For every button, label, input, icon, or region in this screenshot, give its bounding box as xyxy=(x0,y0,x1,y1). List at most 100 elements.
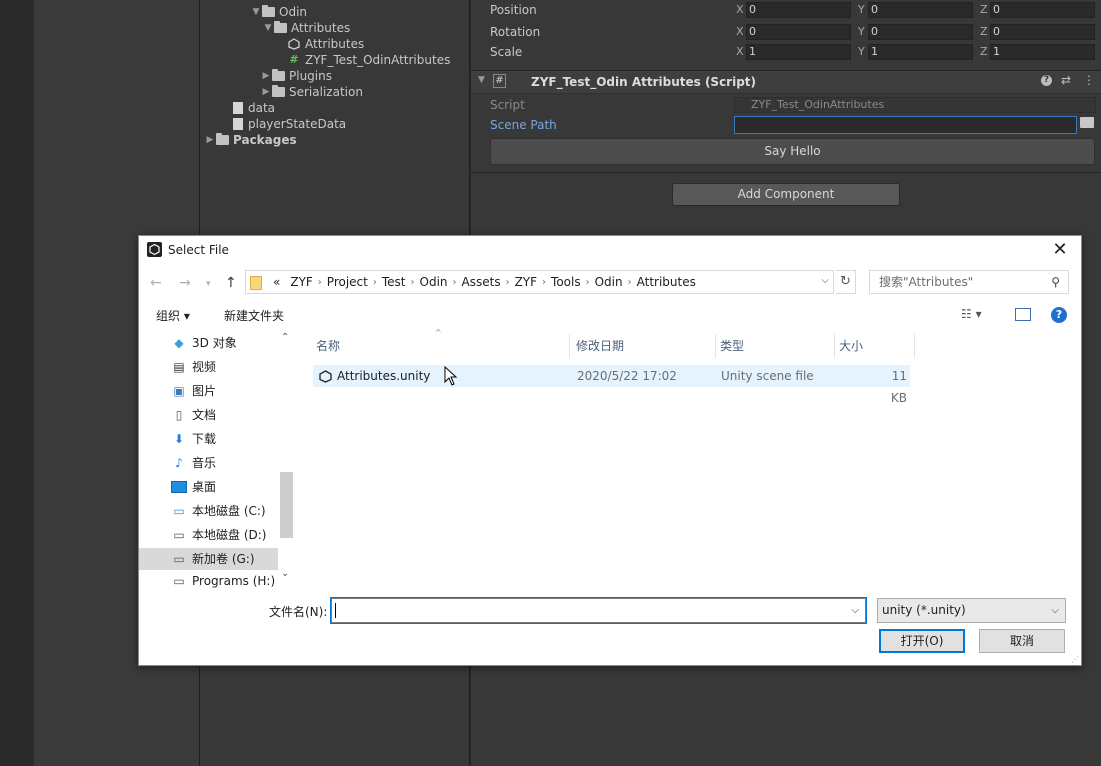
address-dropdown-icon[interactable]: ⌵ xyxy=(821,275,829,286)
forward-arrow-icon[interactable]: → xyxy=(179,275,191,291)
resize-grip-icon[interactable]: ⋰ xyxy=(1071,655,1079,664)
nav-item-desktop[interactable]: 桌面 xyxy=(139,476,278,498)
nav-item-documents[interactable]: ▯ 文档 xyxy=(139,404,278,426)
collapse-arrow-icon[interactable]: ▶ xyxy=(260,68,272,84)
chevron-down-icon[interactable]: ⌵ xyxy=(1051,599,1059,622)
file-date: 2020/5/22 17:02 xyxy=(577,369,677,383)
breadcrumb-item[interactable]: Attributes xyxy=(637,275,696,289)
breadcrumb-item[interactable]: Test xyxy=(382,275,406,289)
rotation-z-field[interactable]: 0 xyxy=(990,24,1095,40)
dialog-titlebar[interactable]: Select File ✕ xyxy=(139,236,1081,265)
organize-menu[interactable]: 组织 ▾ xyxy=(156,307,190,324)
folder-open-icon[interactable] xyxy=(1080,117,1094,128)
nav-item-drive-d[interactable]: ▭ 本地磁盘 (D:) xyxy=(139,524,278,546)
chevron-right-icon[interactable]: › xyxy=(586,277,590,288)
refresh-icon[interactable]: ↻ xyxy=(836,270,856,294)
nav-item-pictures[interactable]: ▣ 图片 xyxy=(139,380,278,402)
address-bar[interactable]: « ZYF › Project › Test › Odin › Assets › ZYF ›… xyxy=(245,270,834,294)
collapse-arrow-icon[interactable]: ▶ xyxy=(260,84,272,100)
back-arrow-icon[interactable]: ← xyxy=(150,275,162,291)
filename-input[interactable]: ⌵ xyxy=(330,597,867,624)
tree-item-attributes-scene[interactable]: Attributes xyxy=(288,36,364,52)
kebab-menu-icon[interactable]: ⋮ xyxy=(1083,73,1095,87)
breadcrumb-item[interactable]: Assets xyxy=(462,275,501,289)
breadcrumb-item[interactable]: Project xyxy=(327,275,368,289)
nav-item-3d-objects[interactable]: ◆ 3D 对象 xyxy=(139,332,278,354)
file-row[interactable]: Attributes.unity 2020/5/22 17:02 Unity s… xyxy=(313,365,910,405)
up-arrow-icon[interactable]: ↑ xyxy=(225,275,237,291)
column-header-type[interactable]: 类型 xyxy=(716,334,835,358)
breadcrumb-item[interactable]: Odin xyxy=(595,275,623,289)
search-placeholder: 搜索"Attributes" xyxy=(879,275,974,289)
tree-item-packages[interactable]: ▶ Packages xyxy=(204,132,297,148)
breadcrumb-overflow[interactable]: « xyxy=(273,275,280,289)
expand-arrow-icon[interactable]: ▼ xyxy=(262,20,274,36)
new-folder-button[interactable]: 新建文件夹 xyxy=(224,307,284,324)
tree-item-attributes-folder[interactable]: ▼ Attributes xyxy=(262,20,350,36)
nav-scrollbar[interactable]: ⌃ ⌄ xyxy=(280,332,293,588)
chevron-right-icon[interactable]: › xyxy=(506,277,510,288)
drive-c-icon: ▭ xyxy=(173,504,185,518)
rotation-y-field[interactable]: 0 xyxy=(868,24,973,40)
expand-arrow-icon[interactable]: ▼ xyxy=(250,4,262,20)
column-header-size[interactable]: 大小 xyxy=(835,334,915,358)
help-icon[interactable]: ? xyxy=(1041,75,1052,86)
nav-item-music[interactable]: ♪ 音乐 xyxy=(139,452,278,474)
nav-item-videos[interactable]: ▤ 视频 xyxy=(139,356,278,378)
scale-x-field[interactable]: 1 xyxy=(746,44,851,60)
cancel-button[interactable]: 取消 xyxy=(979,629,1065,653)
component-header[interactable]: ▼ # ZYF_Test_Odin Attributes (Script) ? … xyxy=(471,70,1101,94)
collapse-arrow-icon[interactable]: ▶ xyxy=(204,132,216,148)
open-button[interactable]: 打开(O) xyxy=(879,629,965,653)
unity-scene-icon xyxy=(288,38,300,50)
scale-y-field[interactable]: 1 xyxy=(868,44,973,60)
add-component-button[interactable]: Add Component xyxy=(672,183,900,206)
scroll-down-icon[interactable]: ⌄ xyxy=(281,568,289,579)
position-y-field[interactable]: 0 xyxy=(868,2,973,18)
chevron-right-icon[interactable]: › xyxy=(628,277,632,288)
say-hello-button[interactable]: Say Hello xyxy=(490,138,1095,165)
rotation-x-field[interactable]: 0 xyxy=(746,24,851,40)
nav-item-drive-g[interactable]: ▭ 新加卷 (G:) xyxy=(139,548,278,570)
axis-z-label: Z xyxy=(980,45,988,58)
file-type-select[interactable]: unity (*.unity) ⌵ xyxy=(877,598,1066,623)
chevron-down-icon[interactable]: ⌵ xyxy=(851,599,859,622)
chevron-right-icon[interactable]: › xyxy=(453,277,457,288)
breadcrumb-item[interactable]: ZYF xyxy=(290,275,312,289)
tree-item-script[interactable]: # ZYF_Test_OdinAttributes xyxy=(288,52,450,68)
help-icon[interactable]: ? xyxy=(1051,307,1067,323)
chevron-right-icon[interactable]: › xyxy=(542,277,546,288)
position-z-field[interactable]: 0 xyxy=(990,2,1095,18)
file-type: Unity scene file xyxy=(721,369,814,383)
chevron-right-icon[interactable]: › xyxy=(373,277,377,288)
scale-z-field[interactable]: 1 xyxy=(990,44,1095,60)
tree-item-serialization[interactable]: ▶ Serialization xyxy=(260,84,363,100)
nav-item-downloads[interactable]: ⬇ 下载 xyxy=(139,428,278,450)
file-name: Attributes.unity xyxy=(337,369,431,383)
foldout-arrow-icon[interactable]: ▼ xyxy=(478,75,485,85)
scroll-up-icon[interactable]: ⌃ xyxy=(281,332,289,343)
recent-chevron-icon[interactable]: ▾ xyxy=(206,279,211,289)
column-header-date[interactable]: 修改日期 xyxy=(572,334,716,358)
breadcrumb-item[interactable]: Tools xyxy=(551,275,581,289)
nav-item-drive-c[interactable]: ▭ 本地磁盘 (C:) xyxy=(139,500,278,522)
nav-item-drive-h[interactable]: ▭ Programs (H:) xyxy=(139,572,278,590)
chevron-right-icon[interactable]: › xyxy=(411,277,415,288)
search-icon[interactable]: ⚲ xyxy=(1051,271,1060,293)
position-x-field[interactable]: 0 xyxy=(746,2,851,18)
scroll-thumb[interactable] xyxy=(280,472,293,538)
breadcrumb-item[interactable]: Odin xyxy=(420,275,448,289)
chevron-right-icon[interactable]: › xyxy=(318,277,322,288)
preset-icon[interactable]: ⇄ xyxy=(1061,73,1071,87)
tree-item-plugins[interactable]: ▶ Plugins xyxy=(260,68,332,84)
breadcrumb-item[interactable]: ZYF xyxy=(515,275,537,289)
scene-path-field[interactable] xyxy=(734,116,1077,134)
view-options-icon[interactable]: ☷ ▾ xyxy=(961,307,982,321)
tree-item-odin[interactable]: ▼ Odin xyxy=(250,4,307,20)
preview-pane-icon[interactable] xyxy=(1015,308,1031,321)
close-icon[interactable]: ✕ xyxy=(1047,238,1073,262)
tree-item-playerstatedata[interactable]: playerStateData xyxy=(233,116,346,132)
tree-item-data[interactable]: data xyxy=(233,100,275,116)
search-input[interactable]: 搜索"Attributes" ⚲ xyxy=(869,270,1069,294)
column-header-name[interactable]: 名称 xyxy=(312,334,570,358)
